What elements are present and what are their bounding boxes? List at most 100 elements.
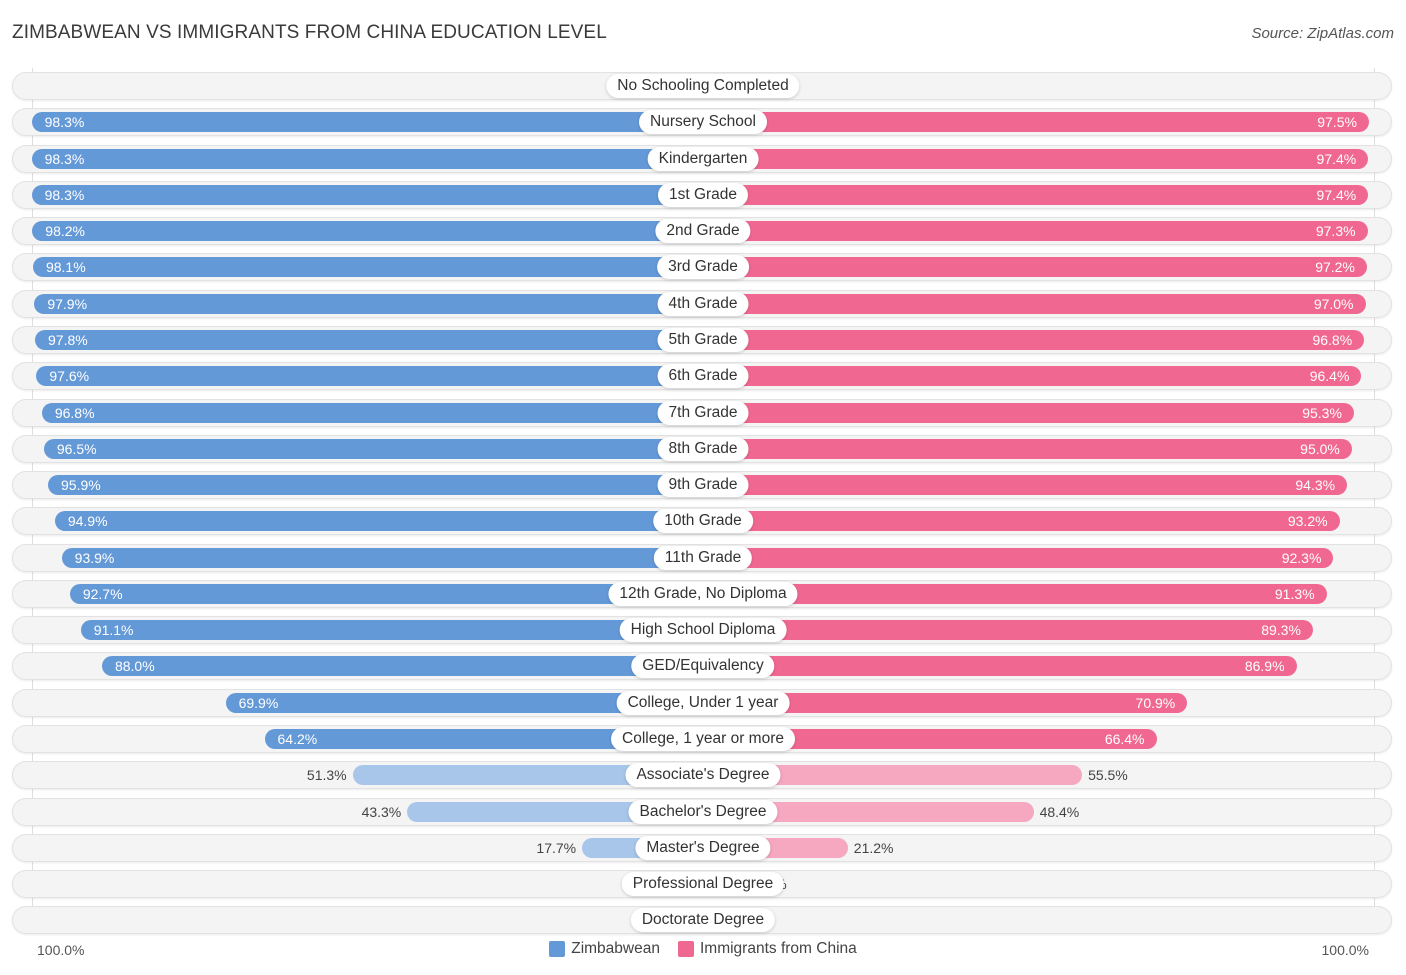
value-zimbabwean-12th-grade-no-diploma: 92.7% [82,585,123,602]
legend-item-zimbabwean[interactable]: Zimbabwean [549,940,660,958]
value-immigrants-from-china-bachelor-s-degree: 48.4% [1039,803,1080,820]
bar-zimbabwean-3rd-grade[interactable] [32,257,703,278]
value-zimbabwean-ged-equivalency: 88.0% [114,658,155,675]
value-immigrants-from-china-high-school-diploma: 89.3% [1261,622,1301,639]
category-label-college-under-1-year: College, Under 1 year [616,690,790,715]
bar-zimbabwean-high-school-diploma[interactable] [80,620,703,641]
category-label-doctorate-degree: Doctorate Degree [630,908,776,933]
category-label-kindergarten: Kindergarten [647,146,759,171]
category-label-4th-grade: 4th Grade [657,291,749,316]
bar-immigrants-from-china-8th-grade[interactable] [703,438,1352,459]
bar-immigrants-from-china-5th-grade[interactable] [703,329,1365,350]
bar-zimbabwean-kindergarten[interactable] [31,148,703,169]
bar-immigrants-from-china-7th-grade[interactable] [703,402,1354,423]
bar-zimbabwean-8th-grade[interactable] [43,438,703,459]
category-label-1st-grade: 1st Grade [657,182,749,207]
value-immigrants-from-china-2nd-grade: 97.3% [1315,223,1356,240]
bar-immigrants-from-china-kindergarten[interactable] [703,148,1369,169]
category-label-master-s-degree: Master's Degree [635,835,771,860]
value-immigrants-from-china-5th-grade: 96.8% [1312,331,1353,348]
legend-item-immigrants-from-china[interactable]: Immigrants from China [677,940,857,958]
legend-swatch-immigrants-from-china [677,941,694,957]
value-immigrants-from-china-6th-grade: 96.4% [1309,368,1350,385]
bar-immigrants-from-china-ged-equivalency[interactable] [703,656,1297,677]
bar-immigrants-from-china-3rd-grade[interactable] [703,257,1367,278]
bar-zimbabwean-ged-equivalency[interactable] [101,656,703,677]
value-zimbabwean-master-s-degree: 17.7% [536,839,577,856]
category-label-12th-grade-no-diploma: 12th Grade, No Diploma [608,581,798,606]
category-label-associate-s-degree: Associate's Degree [625,763,781,788]
category-label-nursery-school: Nursery School [639,110,767,135]
value-zimbabwean-9th-grade: 95.9% [61,477,101,494]
category-label-no-schooling-completed: No Schooling Completed [606,74,800,98]
category-label-professional-degree: Professional Degree [621,872,785,897]
bar-zimbabwean-9th-grade[interactable] [48,475,703,496]
value-zimbabwean-5th-grade: 97.8% [48,331,88,348]
category-label-high-school-diploma: High School Diploma [619,618,787,643]
bar-zimbabwean-nursery-school[interactable] [31,112,703,133]
value-immigrants-from-china-3rd-grade: 97.2% [1315,259,1355,276]
bar-zimbabwean-4th-grade[interactable] [34,293,703,314]
bar-immigrants-from-china-6th-grade[interactable] [703,366,1362,387]
value-zimbabwean-high-school-diploma: 91.1% [93,622,134,639]
value-immigrants-from-china-associate-s-degree: 55.5% [1088,767,1128,784]
category-label-8th-grade: 8th Grade [657,436,749,461]
value-zimbabwean-kindergarten: 98.3% [44,150,85,167]
value-immigrants-from-china-11th-grade: 92.3% [1281,549,1322,566]
value-immigrants-from-china-nursery-school: 97.5% [1317,114,1357,131]
category-label-2nd-grade: 2nd Grade [655,219,751,244]
legend-label-immigrants-from-china: Immigrants from China [699,940,857,957]
bar-zimbabwean-7th-grade[interactable] [41,402,703,423]
bar-zimbabwean-10th-grade[interactable] [54,511,703,532]
category-label-ged-equivalency: GED/Equivalency [631,654,775,679]
value-immigrants-from-china-7th-grade: 95.3% [1302,404,1342,421]
bar-immigrants-from-china-nursery-school[interactable] [703,112,1369,133]
value-immigrants-from-china-master-s-degree: 21.2% [853,839,894,856]
value-immigrants-from-china-4th-grade: 97.0% [1313,295,1354,312]
value-zimbabwean-8th-grade: 96.5% [56,440,97,457]
value-zimbabwean-college-under-1-year: 69.9% [238,694,279,711]
value-immigrants-from-china-college-under-1-year: 70.9% [1135,694,1176,711]
bar-immigrants-from-china-1st-grade[interactable] [703,184,1369,205]
bar-immigrants-from-china-11th-grade[interactable] [703,547,1334,568]
value-immigrants-from-china-12th-grade-no-diploma: 91.3% [1274,585,1315,602]
category-label-bachelor-s-degree: Bachelor's Degree [628,799,778,824]
value-zimbabwean-nursery-school: 98.3% [44,114,85,131]
value-zimbabwean-11th-grade: 93.9% [74,549,115,566]
value-zimbabwean-1st-grade: 98.3% [44,186,85,203]
category-label-5th-grade: 5th Grade [657,327,749,352]
value-immigrants-from-china-8th-grade: 95.0% [1300,440,1340,457]
category-label-college-1-year-or-more: College, 1 year or more [611,727,795,752]
value-zimbabwean-7th-grade: 96.8% [54,404,95,421]
chart-area: 1.7%2.6%No Schooling Completed98.3%97.5%… [0,0,1406,975]
legend-label-zimbabwean: Zimbabwean [571,940,660,957]
bar-zimbabwean-1st-grade[interactable] [31,184,703,205]
bar-zimbabwean-5th-grade[interactable] [35,329,703,350]
category-label-7th-grade: 7th Grade [657,400,749,425]
value-immigrants-from-china-kindergarten: 97.4% [1316,150,1357,167]
bar-immigrants-from-china-4th-grade[interactable] [703,293,1366,314]
value-zimbabwean-10th-grade: 94.9% [67,513,108,530]
value-immigrants-from-china-ged-equivalency: 86.9% [1244,658,1285,675]
category-label-11th-grade: 11th Grade [653,545,753,570]
value-zimbabwean-2nd-grade: 98.2% [45,223,85,240]
value-immigrants-from-china-college-1-year-or-more: 66.4% [1104,731,1145,748]
bar-immigrants-from-china-9th-grade[interactable] [703,475,1348,496]
legend-swatch-zimbabwean [549,941,566,957]
value-zimbabwean-bachelor-s-degree: 43.3% [361,803,402,820]
category-label-6th-grade: 6th Grade [657,364,749,389]
bar-zimbabwean-11th-grade[interactable] [61,547,703,568]
bar-zimbabwean-2nd-grade[interactable] [32,221,703,242]
bar-immigrants-from-china-2nd-grade[interactable] [703,221,1368,242]
value-zimbabwean-3rd-grade: 98.1% [45,259,86,276]
bar-immigrants-from-china-10th-grade[interactable] [703,511,1340,532]
value-immigrants-from-china-9th-grade: 94.3% [1295,477,1336,494]
bar-immigrants-from-china-high-school-diploma[interactable] [703,620,1313,641]
bar-zimbabwean-6th-grade[interactable] [36,366,703,387]
value-zimbabwean-6th-grade: 97.6% [49,368,90,385]
value-zimbabwean-4th-grade: 97.9% [47,295,88,312]
value-zimbabwean-college-1-year-or-more: 64.2% [277,731,318,748]
legend: Zimbabwean Immigrants from China [0,940,1406,958]
value-zimbabwean-associate-s-degree: 51.3% [306,767,347,784]
value-immigrants-from-china-10th-grade: 93.2% [1287,513,1328,530]
